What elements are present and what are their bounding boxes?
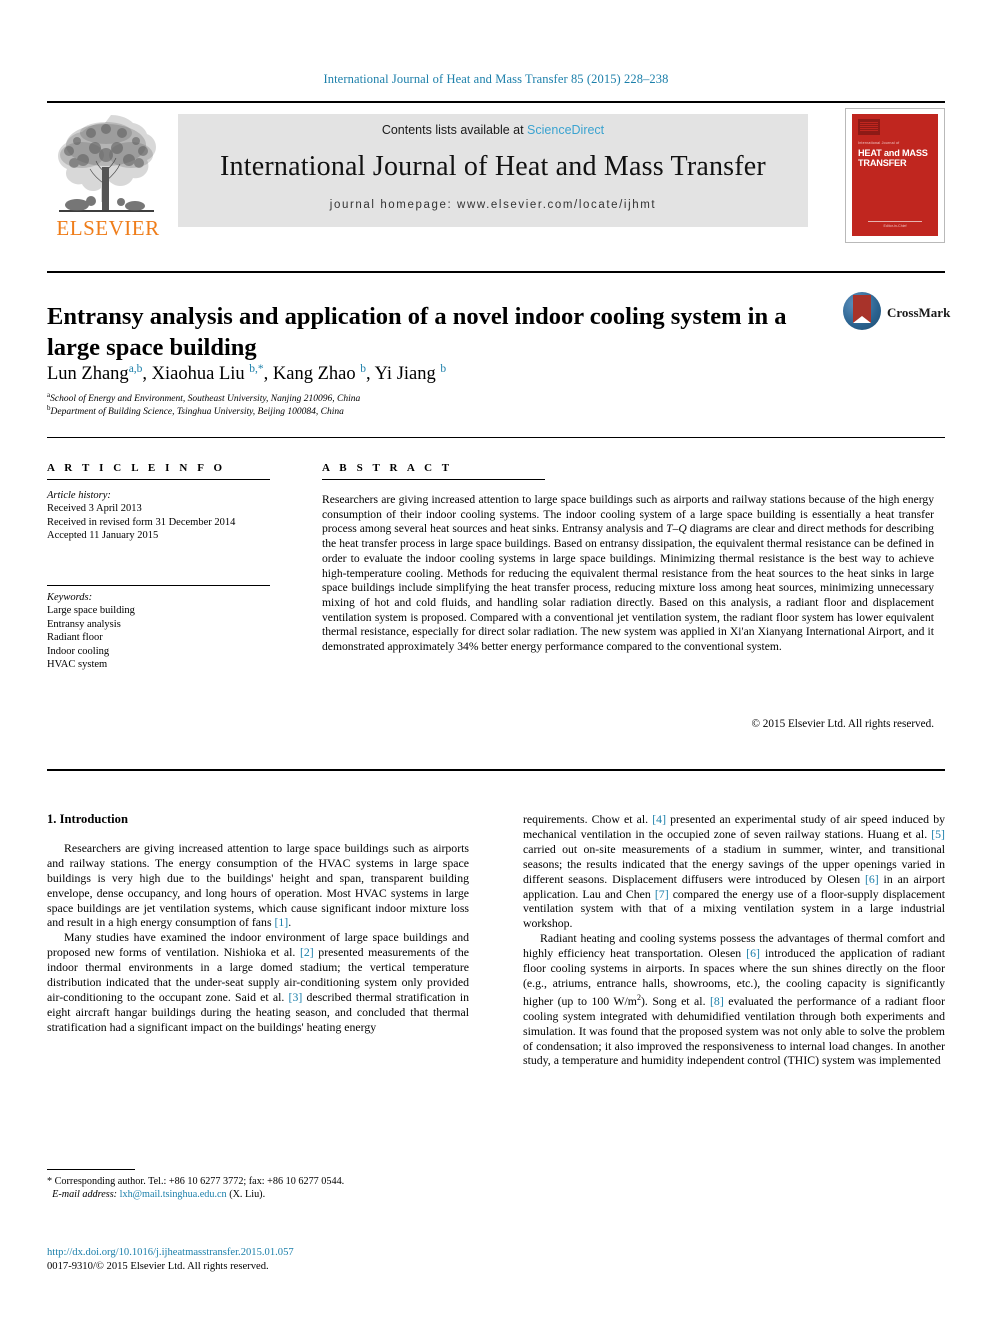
citation-ref[interactable]: [8] — [710, 994, 724, 1008]
paragraph: Radiant heating and cooling systems poss… — [523, 931, 946, 1068]
journal-masthead: ELSEVIER Contents lists available at Sci… — [47, 101, 945, 245]
keyword-item: HVAC system — [47, 659, 108, 671]
citation-ref[interactable]: [5] — [931, 827, 945, 841]
contents-line: Contents lists available at ScienceDirec… — [178, 123, 808, 137]
info-block-top-divider — [47, 437, 945, 438]
cover-elsevier-logo-icon — [858, 119, 880, 135]
running-head: International Journal of Heat and Mass T… — [323, 72, 669, 86]
article-history: Article history: Received 3 April 2013 R… — [47, 489, 287, 543]
paragraph: Researchers are giving increased attenti… — [47, 840, 469, 930]
article-history-label: Article history: — [47, 490, 111, 501]
elsevier-wordmark: ELSEVIER — [56, 216, 160, 240]
crossmark-circle-icon — [843, 292, 881, 330]
cover-supertitle: International Journal of — [858, 141, 900, 145]
history-item: Received in revised form 31 December 201… — [47, 516, 236, 528]
history-item: Accepted 11 January 2015 — [47, 530, 159, 542]
keywords-label: Keywords: — [47, 592, 93, 603]
cover-footer: Editor-in-Chief — [858, 221, 932, 229]
citation-ref[interactable]: [7] — [655, 887, 669, 901]
doi-link[interactable]: http://dx.doi.org/10.1016/j.ijheatmasstr… — [47, 1246, 477, 1260]
article-info-heading: A R T I C L E I N F O — [47, 462, 226, 474]
paragraph: Many studies have examined the indoor en… — [47, 930, 470, 1034]
crossmark-bookmark-icon — [853, 295, 871, 323]
keyword-item: Entransy analysis — [47, 618, 121, 630]
crossmark-label: CrossMark — [887, 305, 951, 320]
abstract-heading: A B S T R A C T — [322, 462, 453, 474]
author-marks: b — [440, 363, 447, 375]
journal-cover-art: International Journal of HEAT and MASS T… — [852, 114, 938, 236]
abstract-text: Researchers are giving increased attenti… — [322, 493, 934, 654]
email-suffix: (X. Liu). — [229, 1189, 266, 1201]
cover-footer-rule — [868, 221, 922, 222]
contents-prefix: Contents lists available at — [381, 123, 528, 137]
citation-ref[interactable]: [3] — [289, 990, 303, 1004]
history-item: Received 3 April 2013 — [47, 503, 142, 515]
keywords-list: Keywords: Large space building Entransy … — [47, 591, 287, 671]
body-column-right: requirements. Chow et al. [4] presented … — [523, 812, 945, 1068]
footnote-divider — [47, 1169, 135, 1170]
section-heading-introduction: 1. Introduction — [47, 812, 128, 826]
email-link[interactable]: lxh@mail.tsinghua.edu.cn — [120, 1189, 227, 1200]
journal-homepage[interactable]: journal homepage: www.elsevier.com/locat… — [178, 199, 808, 211]
citation-ref[interactable]: [6] — [865, 872, 879, 886]
citation-ref[interactable]: [4] — [652, 812, 666, 826]
journal-cover-image: International Journal of HEAT and MASS T… — [845, 108, 945, 243]
citation-ref[interactable]: [6] — [746, 946, 760, 960]
paragraph: requirements. Chow et al. [4] presented … — [523, 812, 946, 931]
title-divider — [47, 271, 945, 273]
citation-ref[interactable]: [2] — [300, 945, 314, 959]
elsevier-logo: ELSEVIER — [47, 115, 169, 243]
article-info-underline — [47, 479, 270, 480]
body-column-left: 1. Introduction Researchers are giving i… — [47, 812, 469, 1035]
cover-title-line1: HEAT and MASS — [858, 148, 928, 158]
author-name: Xiaohua Liu — [151, 364, 245, 385]
keyword-item: Indoor cooling — [47, 645, 110, 657]
author-name: Lun Zhang — [47, 364, 129, 385]
email-label: E-mail address: — [52, 1189, 118, 1201]
cover-title: HEAT and MASS TRANSFER — [858, 148, 932, 168]
sciencedirect-link[interactable]: ScienceDirect — [527, 123, 604, 137]
keywords-divider — [47, 585, 270, 586]
publication-info: http://dx.doi.org/10.1016/j.ijheatmasstr… — [47, 1246, 477, 1273]
crossmark-badge[interactable]: CrossMark — [843, 292, 950, 332]
footnote: * Corresponding author. Tel.: +86 10 627… — [47, 1175, 477, 1201]
author-marks: b,* — [249, 363, 264, 375]
abstract-copyright: © 2015 Elsevier Ltd. All rights reserved… — [751, 718, 935, 730]
author-name: Yi Jiang — [374, 364, 436, 385]
cover-footer-text: Editor-in-Chief — [883, 224, 907, 228]
info-block-bottom-divider — [47, 769, 945, 771]
abstract-underline — [322, 479, 545, 480]
affiliation-text: Department of Building Science, Tsinghua… — [50, 407, 344, 418]
issn-copyright-line: 0017-9310/© 2015 Elsevier Ltd. All right… — [47, 1260, 269, 1272]
author-list: Lun Zhanga,b, Xiaohua Liu b,*, Kang Zhao… — [47, 363, 447, 385]
cover-title-line2: TRANSFER — [858, 158, 907, 168]
citation-ref[interactable]: [1] — [274, 915, 288, 929]
author-marks: b — [360, 363, 367, 375]
page-title: Entransy analysis and application of a n… — [47, 303, 787, 362]
corresponding-author-note: * Corresponding author. Tel.: +86 10 627… — [47, 1176, 345, 1187]
author-name: Kang Zhao — [272, 364, 356, 385]
affiliation: bDepartment of Building Science, Tsinghu… — [47, 402, 647, 419]
keyword-item: Radiant floor — [47, 632, 103, 644]
journal-banner: Contents lists available at ScienceDirec… — [178, 114, 808, 227]
email-line: E-mail address: lxh@mail.tsinghua.edu.cn… — [47, 1188, 477, 1201]
paper-page: International Journal of Heat and Mass T… — [0, 0, 992, 1323]
journal-title: International Journal of Heat and Mass T… — [220, 151, 766, 182]
author-marks: a,b — [128, 363, 143, 375]
keyword-item: Large space building — [47, 605, 135, 617]
